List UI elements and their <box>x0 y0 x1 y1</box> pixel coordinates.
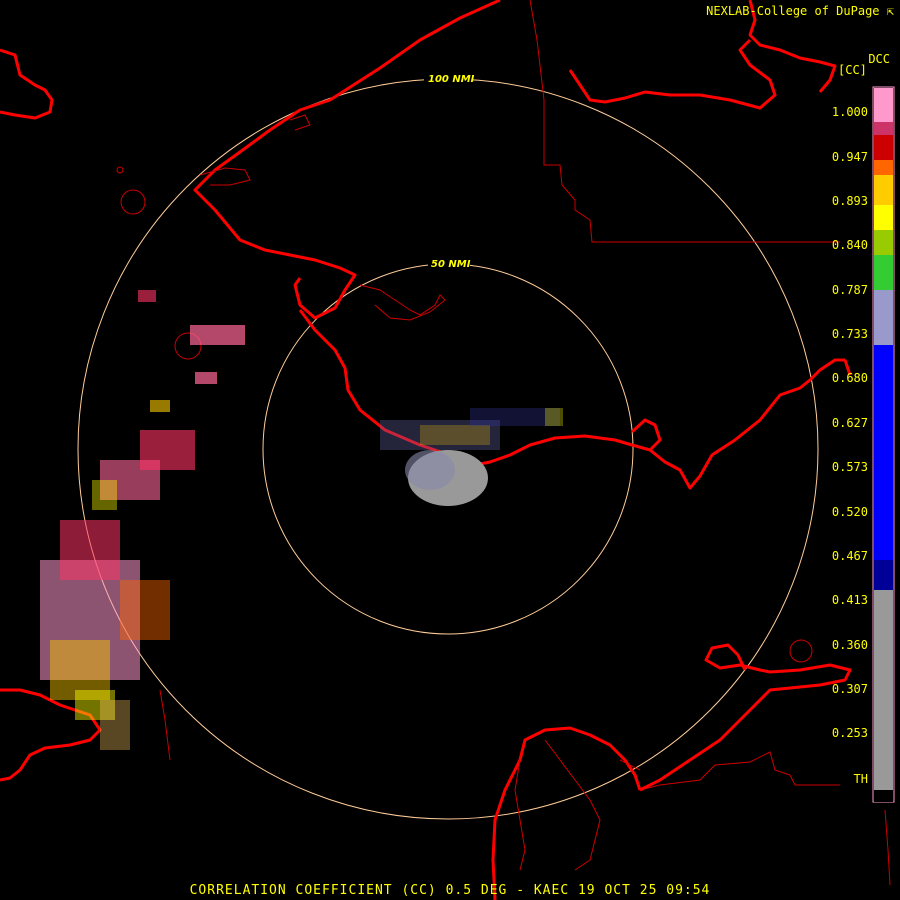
colorbar-tick-label: 0.520 <box>831 505 868 519</box>
cursor-arrow-icon: ⇱ <box>886 4 894 18</box>
ring-label-100: 100 NMI <box>428 74 475 85</box>
colorbar-tick-label: 0.307 <box>831 682 868 696</box>
colorbar-tick-label: 0.947 <box>831 150 868 164</box>
colorbar-swatch <box>874 205 893 230</box>
colorbar <box>874 88 893 802</box>
colorbar-tick-label: TH <box>853 772 868 786</box>
colorbar-swatch <box>874 255 893 290</box>
credit-label: NEXLAB-College of DuPage <box>706 4 880 18</box>
radar-map: 100 NMI 50 NMI <box>0 0 900 900</box>
colorbar-tick-label: 0.893 <box>831 194 868 208</box>
colorbar-tick-label: 0.253 <box>831 726 868 740</box>
ring-label-50: 50 NMI <box>431 259 471 270</box>
colorbar-swatch <box>874 560 893 590</box>
product-code: DCC <box>868 52 890 66</box>
colorbar-swatch <box>874 345 893 560</box>
colorbar-tick-label: 0.840 <box>831 238 868 252</box>
colorbar-tick-label: 0.360 <box>831 638 868 652</box>
colorbar-swatch <box>874 135 893 160</box>
colorbar-swatch <box>874 590 893 790</box>
colorbar-swatch <box>874 790 893 802</box>
colorbar-swatch <box>874 290 893 345</box>
colorbar-swatch <box>874 175 893 205</box>
colorbar-swatch <box>874 230 893 255</box>
colorbar-swatch <box>874 160 893 175</box>
credit-text: NEXLAB-College of DuPage ⇱ <box>706 4 894 18</box>
colorbar-tick-label: 1.000 <box>831 105 868 119</box>
colorbar-swatch <box>874 122 893 135</box>
product-caption: CORRELATION COEFFICIENT (CC) 0.5 DEG - K… <box>189 883 711 898</box>
colorbar-tick-label: 0.627 <box>831 416 868 430</box>
colorbar-tick-label: 0.733 <box>831 327 868 341</box>
colorbar-tick-label: 0.467 <box>831 549 868 563</box>
colorbar-tick-label: 0.680 <box>831 371 868 385</box>
unit-label: [CC] <box>838 63 867 77</box>
colorbar-tick-label: 0.573 <box>831 460 868 474</box>
colorbar-tick-label: 0.787 <box>831 283 868 297</box>
colorbar-swatch <box>874 88 893 122</box>
colorbar-tick-label: 0.413 <box>831 593 868 607</box>
